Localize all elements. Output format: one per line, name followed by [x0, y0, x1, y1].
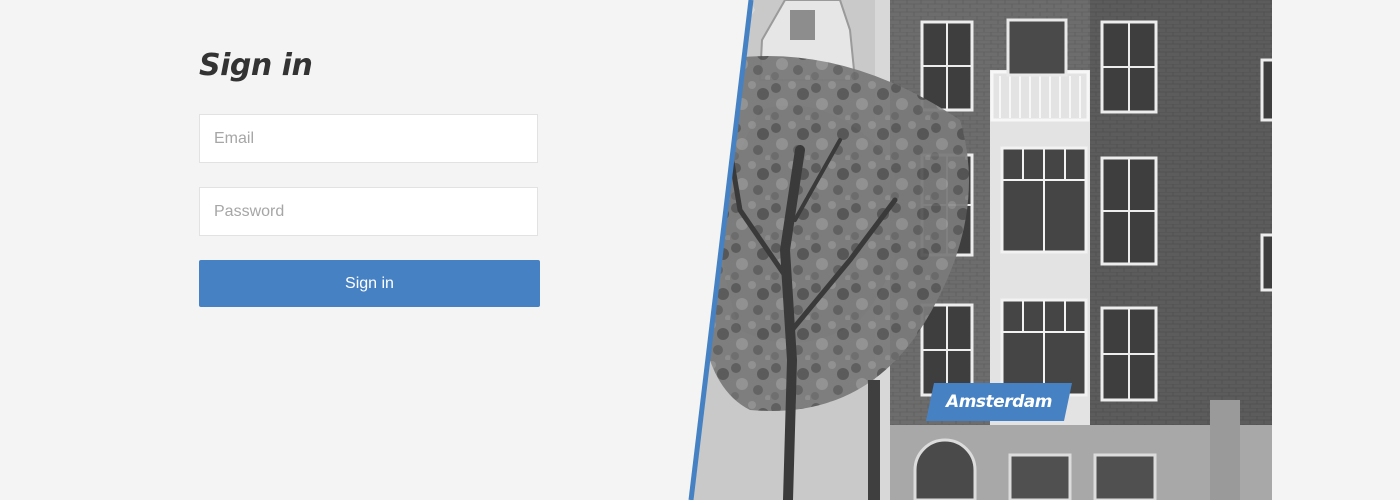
signin-page: Sign in Sign in [0, 0, 1400, 500]
amsterdam-canal-houses-image [690, 0, 1272, 500]
sign-in-button[interactable]: Sign in [199, 260, 540, 307]
signin-form: Sign in Sign in [199, 40, 540, 307]
page-title: Sign in [199, 48, 313, 83]
city-photo [690, 0, 1272, 500]
email-field[interactable] [199, 114, 538, 163]
password-field[interactable] [199, 187, 538, 236]
city-label-badge: Amsterdam [926, 383, 1072, 421]
